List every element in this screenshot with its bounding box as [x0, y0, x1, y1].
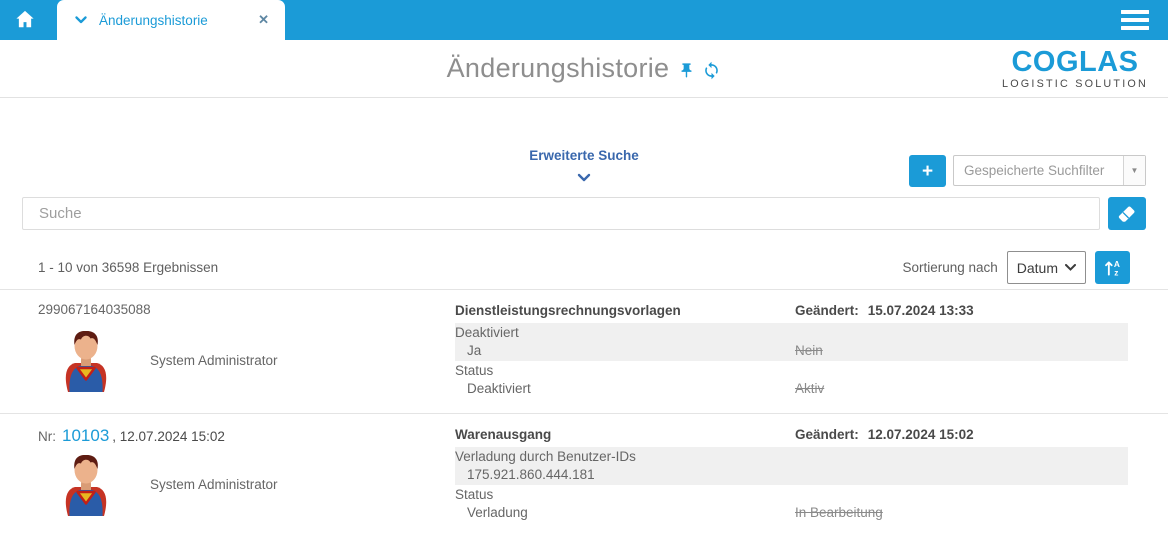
topbar-spacer [285, 0, 1121, 40]
logo-name: COGLAS [1002, 48, 1148, 77]
logo-subtitle: LOGISTIC SOLUTION [1002, 78, 1148, 90]
svg-text:z: z [1114, 267, 1118, 277]
old-value: Nein [795, 342, 1128, 360]
old-value: Aktiv [795, 380, 1128, 398]
coglas-logo: COGLAS LOGISTIC SOLUTION [996, 48, 1148, 90]
sort-label: Sortierung nach [902, 260, 997, 275]
change-field: Deaktiviert Ja Nein [455, 323, 1128, 361]
tab-aenderungshistorie[interactable]: Änderungshistorie ✕ [57, 0, 285, 40]
entry-nr-label: Nr: [38, 429, 56, 444]
menu-button[interactable] [1121, 10, 1149, 30]
old-value [795, 466, 1128, 484]
changed-label: Geändert: [795, 303, 859, 318]
pin-icon[interactable] [678, 61, 695, 80]
entry-title: Dienstleistungsrechnungsvorlagen [455, 302, 795, 320]
old-value: In Bearbeitung [795, 504, 1128, 522]
top-navigation-bar: Änderungshistorie ✕ [0, 0, 1168, 40]
tab-label: Änderungshistorie [99, 13, 246, 28]
saved-filters-placeholder: Gespeicherte Suchfilter [954, 163, 1123, 178]
sort-field-select[interactable]: Datum [1007, 251, 1086, 284]
history-entry-2: Nr: 10103 , 12.07.2024 15:02 System Admi… [0, 414, 1168, 537]
results-bar: 1 - 10 von 36598 Ergebnissen Sortierung … [38, 251, 1130, 284]
new-value: 175.921.860.444.181 [455, 466, 795, 484]
chevron-down-icon[interactable] [577, 170, 591, 185]
entry-date: , 12.07.2024 15:02 [112, 429, 225, 444]
hamburger-icon [1121, 10, 1149, 14]
home-icon [14, 8, 36, 33]
tab-chevron-down-icon[interactable] [75, 16, 87, 24]
change-field: Verladung durch Benutzer-IDs 175.921.860… [455, 447, 1128, 485]
results-count: 1 - 10 von 36598 Ergebnissen [38, 260, 218, 275]
eraser-icon [1117, 204, 1137, 224]
entry-id: 299067164035088 [38, 302, 151, 317]
advanced-search-label[interactable]: Erweiterte Suche [529, 148, 639, 163]
dropdown-arrow-icon[interactable]: ▼ [1123, 156, 1145, 185]
search-toolbar: Erweiterte Suche + Gespeicherte Suchfilt… [0, 98, 1168, 197]
page-header: Änderungshistorie COGLAS LOGISTIC SOLUTI… [0, 40, 1168, 98]
add-filter-button[interactable]: + [909, 155, 946, 187]
user-avatar [60, 328, 112, 392]
changed-date: 12.07.2024 15:02 [868, 427, 974, 442]
history-entry-1: 299067164035088 System Administrator Die… [0, 290, 1168, 413]
new-value: Ja [455, 342, 795, 360]
entry-title: Warenausgang [455, 426, 795, 444]
page-title: Änderungshistorie [447, 53, 670, 84]
home-button[interactable] [0, 0, 50, 40]
tab-close-icon[interactable]: ✕ [258, 12, 269, 28]
changed-label: Geändert: [795, 427, 859, 442]
changed-date: 15.07.2024 13:33 [868, 303, 974, 318]
entry-user: System Administrator [150, 477, 278, 492]
new-value: Verladung [455, 504, 795, 522]
clear-search-button[interactable] [1108, 197, 1146, 230]
sort-field-value: Datum [1017, 260, 1058, 276]
sort-direction-button[interactable]: A z [1095, 251, 1130, 284]
entry-user: System Administrator [150, 353, 278, 368]
sort-alpha-icon: A z [1103, 258, 1123, 278]
change-field: Status Verladung In Bearbeitung [455, 485, 1128, 523]
entry-nr-link[interactable]: 10103 [62, 426, 109, 446]
new-value: Deaktiviert [455, 380, 795, 398]
search-row [22, 197, 1146, 230]
search-input[interactable] [22, 197, 1100, 230]
saved-filters-select[interactable]: Gespeicherte Suchfilter ▼ [953, 155, 1146, 186]
refresh-icon[interactable] [702, 61, 721, 80]
change-field: Status Deaktiviert Aktiv [455, 361, 1128, 399]
select-chevron-icon [1065, 264, 1076, 271]
user-avatar [60, 452, 112, 516]
